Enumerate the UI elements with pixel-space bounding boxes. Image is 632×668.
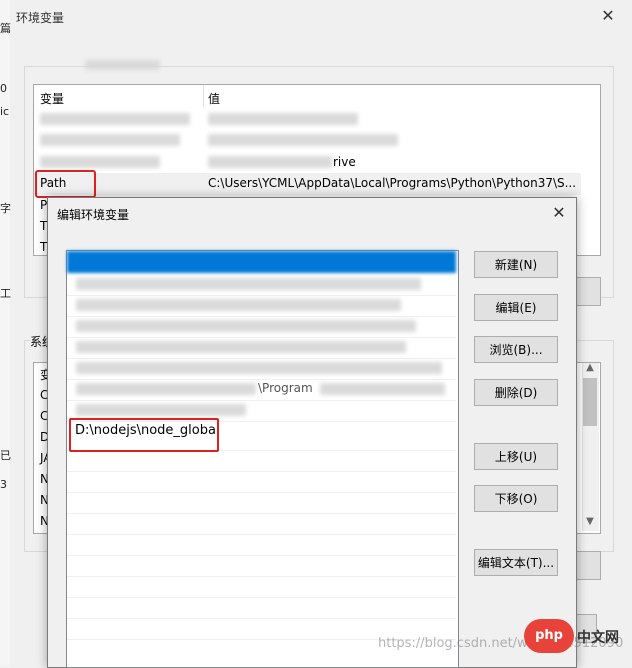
blurred-path-entry[interactable] bbox=[76, 341, 406, 353]
dialog-title: 编辑环境变量 bbox=[57, 208, 130, 222]
highlight-box bbox=[35, 170, 96, 198]
browse-button[interactable]: 浏览(B)... bbox=[474, 336, 558, 363]
edit-text-button[interactable]: 编辑文本(T)... bbox=[474, 549, 558, 576]
list-row-divider bbox=[67, 358, 456, 359]
window-title: 环境变量 bbox=[16, 11, 65, 25]
list-row-divider bbox=[67, 471, 456, 472]
move-down-button[interactable]: 下移(O) bbox=[474, 485, 558, 512]
value-text-fragment: rive bbox=[333, 155, 356, 169]
column-header-variable[interactable]: 变量 bbox=[40, 90, 64, 107]
delete-button[interactable]: 删除(D) bbox=[474, 379, 558, 406]
blurred-path-entry[interactable] bbox=[76, 383, 256, 395]
blurred-variable bbox=[40, 113, 190, 125]
list-row-divider bbox=[67, 513, 456, 514]
path-entries-list[interactable] bbox=[66, 250, 459, 668]
list-row-divider bbox=[67, 597, 456, 598]
blurred-variable bbox=[40, 134, 180, 146]
blurred-path-entry[interactable] bbox=[76, 362, 442, 374]
highlight-box bbox=[69, 418, 219, 452]
close-icon[interactable]: ✕ bbox=[548, 202, 570, 224]
bg-char: 0 bbox=[0, 82, 7, 95]
chevron-down-icon[interactable]: ▼ bbox=[583, 516, 597, 530]
blurred-path-entry[interactable] bbox=[76, 299, 401, 311]
blurred-path-entry[interactable] bbox=[76, 404, 246, 416]
list-row-divider bbox=[67, 400, 456, 401]
blurred-value bbox=[208, 113, 358, 125]
bg-char: 3 bbox=[0, 478, 7, 491]
list-row-divider bbox=[67, 576, 456, 577]
system-delete-button-edge[interactable] bbox=[575, 551, 601, 580]
entry-text-fragment: \Program bbox=[258, 381, 313, 395]
bg-char: 字 bbox=[0, 202, 11, 215]
move-up-button[interactable]: 上移(U) bbox=[474, 443, 558, 470]
list-row-divider bbox=[67, 492, 456, 493]
selected-entry[interactable] bbox=[67, 251, 456, 273]
scrollbar-thumb[interactable] bbox=[583, 378, 597, 426]
list-row-divider bbox=[67, 555, 456, 556]
edit-button[interactable]: 编辑(E) bbox=[474, 294, 558, 321]
column-header-value[interactable]: 值 bbox=[208, 90, 220, 107]
background-window-edge bbox=[0, 0, 10, 666]
bg-char: 工 bbox=[0, 287, 11, 300]
blurred-value bbox=[208, 156, 332, 168]
watermark-cn: 中文网 bbox=[577, 630, 619, 646]
blurred-path-entry[interactable] bbox=[76, 320, 416, 332]
close-icon[interactable]: ✕ bbox=[598, 6, 618, 26]
column-separator bbox=[203, 85, 204, 107]
php-logo: php bbox=[524, 619, 574, 653]
blurred-variable bbox=[40, 156, 160, 168]
list-row-divider bbox=[67, 534, 456, 535]
list-row-divider bbox=[67, 337, 456, 338]
bg-char: ic bbox=[0, 105, 10, 118]
list-row-divider bbox=[67, 316, 456, 317]
list-row-divider bbox=[67, 379, 456, 380]
user-delete-button-edge[interactable] bbox=[575, 277, 601, 306]
blurred-path-entry[interactable] bbox=[76, 278, 421, 290]
list-row-divider bbox=[67, 618, 456, 619]
path-variable-value: C:\Users\YCML\AppData\Local\Programs\Pyt… bbox=[208, 176, 577, 190]
bg-char: 已 bbox=[0, 449, 11, 462]
new-button[interactable]: 新建(N) bbox=[474, 251, 558, 278]
chevron-up-icon[interactable]: ▲ bbox=[583, 362, 597, 376]
blurred-value bbox=[208, 134, 398, 146]
list-row-divider bbox=[67, 295, 456, 296]
bg-char: 篇 bbox=[0, 22, 11, 35]
blurred-path-entry[interactable] bbox=[320, 383, 445, 395]
